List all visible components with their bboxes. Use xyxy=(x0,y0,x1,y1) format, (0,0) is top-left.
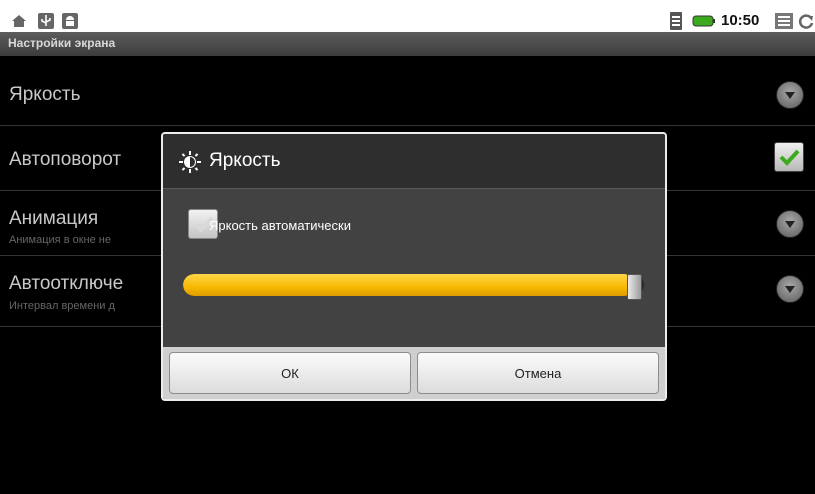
ok-button[interactable]: ОК xyxy=(169,352,411,394)
usb-icon xyxy=(36,10,56,32)
screen-title-bar: Настройки экрана xyxy=(0,32,815,56)
brightness-dialog: Яркость Яркость автоматически ОК Отмена xyxy=(161,132,667,401)
arrow-down-icon xyxy=(776,81,804,109)
arrow-down-icon xyxy=(776,210,804,238)
brightness-slider-fill xyxy=(183,274,635,296)
arrow-down-icon xyxy=(776,275,804,303)
setting-brightness[interactable]: Яркость xyxy=(0,57,815,126)
sim-icon xyxy=(668,10,684,32)
dialog-title: Яркость xyxy=(209,150,281,171)
brightness-icon xyxy=(179,151,201,177)
status-time: 10:50 xyxy=(721,12,760,29)
cancel-button[interactable]: Отмена xyxy=(417,352,659,394)
battery-icon xyxy=(691,10,717,32)
setting-title: Автоотключе xyxy=(9,273,124,294)
android-debug-icon xyxy=(60,10,80,32)
setting-subtitle: Интервал времени д xyxy=(9,300,115,312)
home-icon xyxy=(9,10,29,32)
menu-icon[interactable] xyxy=(773,10,795,32)
document-top-strip xyxy=(0,0,815,10)
setting-title: Автоповорот xyxy=(9,149,122,170)
checkmark-icon xyxy=(779,149,800,166)
setting-title: Анимация xyxy=(9,208,99,229)
auto-brightness-label: Яркость автоматически xyxy=(209,218,351,233)
setting-title: Яркость xyxy=(9,84,81,105)
refresh-icon[interactable] xyxy=(797,10,815,32)
dialog-header: Яркость xyxy=(163,134,665,189)
status-bar: 10:50 xyxy=(0,10,815,32)
brightness-slider-thumb[interactable] xyxy=(626,274,642,300)
screen-title: Настройки экрана xyxy=(8,36,116,50)
setting-subtitle: Анимация в окне не xyxy=(9,234,111,246)
autorotate-checkbox[interactable] xyxy=(774,142,804,172)
brightness-slider[interactable] xyxy=(183,274,644,296)
